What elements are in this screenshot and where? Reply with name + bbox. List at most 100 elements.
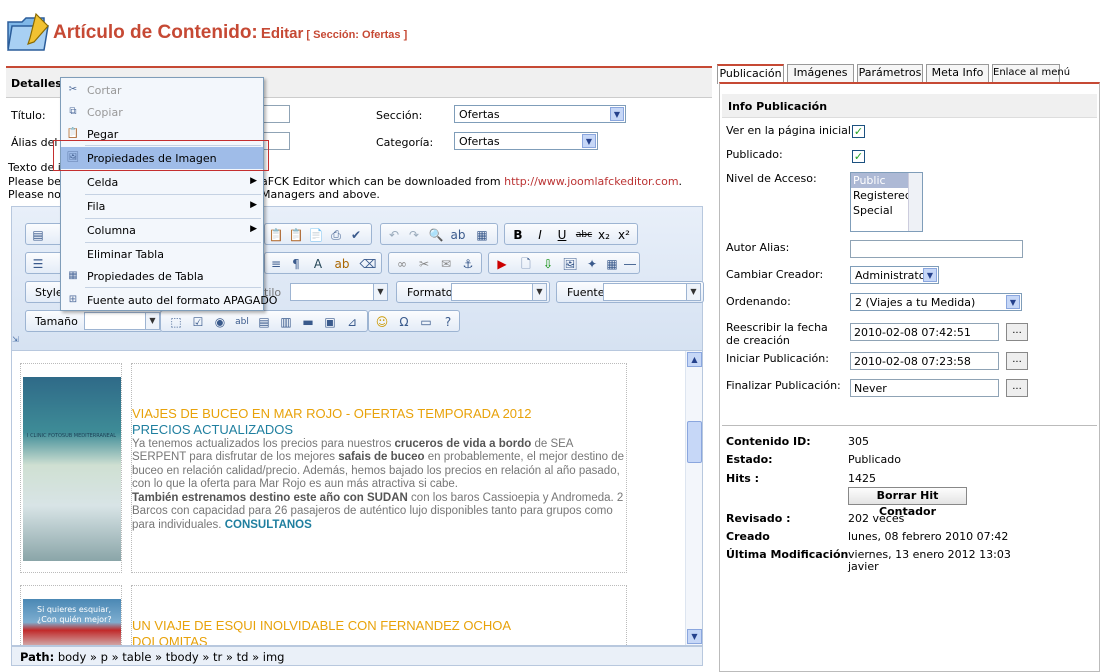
category-select[interactable]: Ofertas ▼ bbox=[454, 132, 598, 150]
text-color-icon[interactable]: A bbox=[309, 256, 327, 272]
unlink-icon[interactable]: ✂ bbox=[415, 256, 433, 272]
start-publish-input[interactable]: 2010-02-08 07:23:58 bbox=[850, 352, 999, 370]
calendar-button[interactable]: ... bbox=[1006, 379, 1028, 397]
textarea-icon[interactable]: ▤ bbox=[255, 314, 273, 330]
superscript-icon[interactable]: x² bbox=[615, 227, 633, 243]
tab-menu-link[interactable]: Enlace al menú bbox=[992, 64, 1070, 82]
smiley-icon[interactable]: ☺ bbox=[373, 314, 391, 330]
diving-poster-image[interactable]: I CLINIC FOTOSUB MEDITERRANEAL bbox=[23, 377, 121, 561]
chevron-down-icon: ▼ bbox=[923, 268, 937, 282]
page-title: Artículo de Contenido: Editar [ Sección:… bbox=[53, 22, 408, 43]
text-direction-icon[interactable]: ¶ bbox=[287, 256, 305, 272]
flash-icon[interactable]: ✦ bbox=[583, 256, 601, 272]
editor-scrollbar[interactable]: ▲ ▼ bbox=[685, 351, 702, 645]
form-icon[interactable]: ⬚ bbox=[167, 314, 185, 330]
submenu-arrow-icon: ▶ bbox=[250, 176, 257, 186]
print-icon[interactable]: ⎙ bbox=[327, 227, 345, 243]
title-input[interactable] bbox=[260, 105, 290, 123]
link-icon[interactable]: ∞ bbox=[393, 256, 411, 272]
toolbar-edit-group: ↶ ↷ 🔍 ab ▦ bbox=[380, 223, 498, 245]
table-icon[interactable]: ▦ bbox=[603, 256, 621, 272]
download-icon[interactable]: ⇩ bbox=[539, 256, 557, 272]
creator-select[interactable]: Administrator ▼ bbox=[850, 266, 939, 284]
finish-publish-input[interactable]: Never bbox=[850, 379, 999, 397]
source-icon[interactable]: ▤ bbox=[29, 227, 47, 243]
page-break-icon[interactable]: ▭ bbox=[417, 314, 435, 330]
collapse-toolbar-icon[interactable]: ⇲ bbox=[12, 335, 19, 344]
undo-icon[interactable]: ↶ bbox=[385, 227, 403, 243]
fck-editor-link[interactable]: http://www.joomlafckeditor.com bbox=[504, 175, 678, 188]
format-dropdown[interactable]: ▼ bbox=[451, 283, 547, 301]
document-icon[interactable]: 🗋 bbox=[517, 256, 535, 272]
access-level-list[interactable]: Public Registered Special bbox=[850, 172, 923, 232]
created-date-input[interactable]: 2010-02-08 07:42:51 bbox=[850, 323, 999, 341]
menu-item-cell[interactable]: Celda ▶ bbox=[61, 171, 263, 193]
radio-icon[interactable]: ◉ bbox=[211, 314, 229, 330]
remove-format-icon[interactable]: ⌫ bbox=[359, 256, 377, 272]
image-button-icon[interactable]: ▣ bbox=[321, 314, 339, 330]
redo-icon[interactable]: ↷ bbox=[405, 227, 423, 243]
calendar-button[interactable]: ... bbox=[1006, 323, 1028, 341]
frontpage-label: Ver en la página inicial: bbox=[726, 124, 855, 137]
ordering-select[interactable]: 2 (Viajes a tu Medida) ▼ bbox=[850, 293, 1022, 311]
scroll-down-icon[interactable]: ▼ bbox=[687, 629, 702, 644]
select-all-icon[interactable]: ▦ bbox=[473, 227, 491, 243]
button-field-icon[interactable]: ▬ bbox=[299, 314, 317, 330]
subscript-icon[interactable]: x₂ bbox=[595, 227, 613, 243]
strikethrough-icon[interactable]: abc bbox=[575, 227, 593, 243]
tab-meta-info[interactable]: Meta Info bbox=[926, 64, 989, 82]
youtube-icon[interactable]: ▶ bbox=[493, 256, 511, 272]
editor-content-area[interactable]: I CLINIC FOTOSUB MEDITERRANEAL VIAJES DE… bbox=[11, 350, 703, 646]
replace-icon[interactable]: ab bbox=[449, 227, 467, 243]
tab-publication[interactable]: Publicación bbox=[717, 64, 784, 84]
author-alias-input[interactable] bbox=[850, 240, 1023, 258]
checkbox-icon[interactable]: ☑ bbox=[189, 314, 207, 330]
scroll-thumb[interactable] bbox=[687, 421, 702, 463]
reset-hits-button[interactable]: Borrar Hit Contador bbox=[848, 487, 967, 518]
frontpage-checkbox[interactable]: ✓ bbox=[852, 125, 865, 138]
hidden-field-icon[interactable]: ⊿ bbox=[343, 314, 361, 330]
ski-poster-image[interactable]: Si quieres esquiar, ¿Con quién mejor? bbox=[23, 599, 121, 645]
paste-icon[interactable]: 📋 bbox=[267, 227, 285, 243]
published-checkbox[interactable]: ✓ bbox=[852, 150, 865, 163]
menu-item-delete-table[interactable]: Eliminar Tabla bbox=[61, 243, 263, 265]
bold-icon[interactable]: B bbox=[509, 227, 527, 243]
select-field-icon[interactable]: ▥ bbox=[277, 314, 295, 330]
email-link-icon[interactable]: ✉ bbox=[437, 256, 455, 272]
format-group: Formato ▼ bbox=[396, 281, 550, 303]
size-dropdown[interactable]: ▼ bbox=[84, 312, 160, 330]
background-color-icon[interactable]: ab bbox=[333, 256, 351, 272]
menu-item-copy[interactable]: ⧉ Copiar bbox=[61, 101, 263, 123]
align-icon[interactable]: ≡ bbox=[267, 256, 285, 272]
special-char-icon[interactable]: Ω bbox=[395, 314, 413, 330]
style-dropdown[interactable]: ▼ bbox=[290, 283, 388, 301]
menu-item-cut[interactable]: ✂ Cortar bbox=[61, 79, 263, 101]
tab-images[interactable]: Imágenes bbox=[787, 64, 854, 82]
element-path-bar: Path: body » p » table » tbody » tr » td… bbox=[11, 646, 703, 666]
tab-parameters[interactable]: Parámetros bbox=[857, 64, 923, 82]
anchor-icon[interactable]: ⚓ bbox=[459, 256, 477, 272]
underline-icon[interactable]: U bbox=[553, 227, 571, 243]
finish-publish-label: Finalizar Publicación: bbox=[726, 379, 841, 392]
find-icon[interactable]: 🔍 bbox=[427, 227, 445, 243]
horizontal-rule-icon[interactable]: ― bbox=[621, 256, 639, 272]
paste-text-icon[interactable]: 📋 bbox=[287, 227, 305, 243]
menu-item-format-source[interactable]: ⊞ Fuente auto del formato APAGADO bbox=[61, 289, 278, 311]
italic-icon[interactable]: I bbox=[531, 227, 549, 243]
paste-word-icon[interactable]: 📄 bbox=[307, 227, 325, 243]
spellcheck-icon[interactable]: ✔ bbox=[347, 227, 365, 243]
menu-item-column[interactable]: Columna ▶ bbox=[61, 219, 263, 241]
menu-item-row[interactable]: Fila ▶ bbox=[61, 195, 263, 217]
about-icon[interactable]: ? bbox=[439, 314, 457, 330]
section-select[interactable]: Ofertas ▼ bbox=[454, 105, 626, 123]
article-title-2-line2: DOLOMITAS bbox=[132, 634, 208, 646]
scroll-up-icon[interactable]: ▲ bbox=[687, 352, 702, 367]
context-menu: ✂ Cortar ⧉ Copiar 📋 Pegar 🖼 Propiedades de I… bbox=[60, 77, 278, 311]
textfield-icon[interactable]: abl bbox=[233, 314, 251, 330]
menu-item-table-properties[interactable]: ▦ Propiedades de Tabla bbox=[61, 265, 263, 287]
change-creator-label: Cambiar Creador: bbox=[726, 268, 824, 281]
numbered-list-icon[interactable]: ☰ bbox=[29, 256, 47, 272]
calendar-button[interactable]: ... bbox=[1006, 352, 1028, 370]
image-icon[interactable]: 🖼 bbox=[561, 256, 579, 272]
font-dropdown[interactable]: ▼ bbox=[603, 283, 701, 301]
